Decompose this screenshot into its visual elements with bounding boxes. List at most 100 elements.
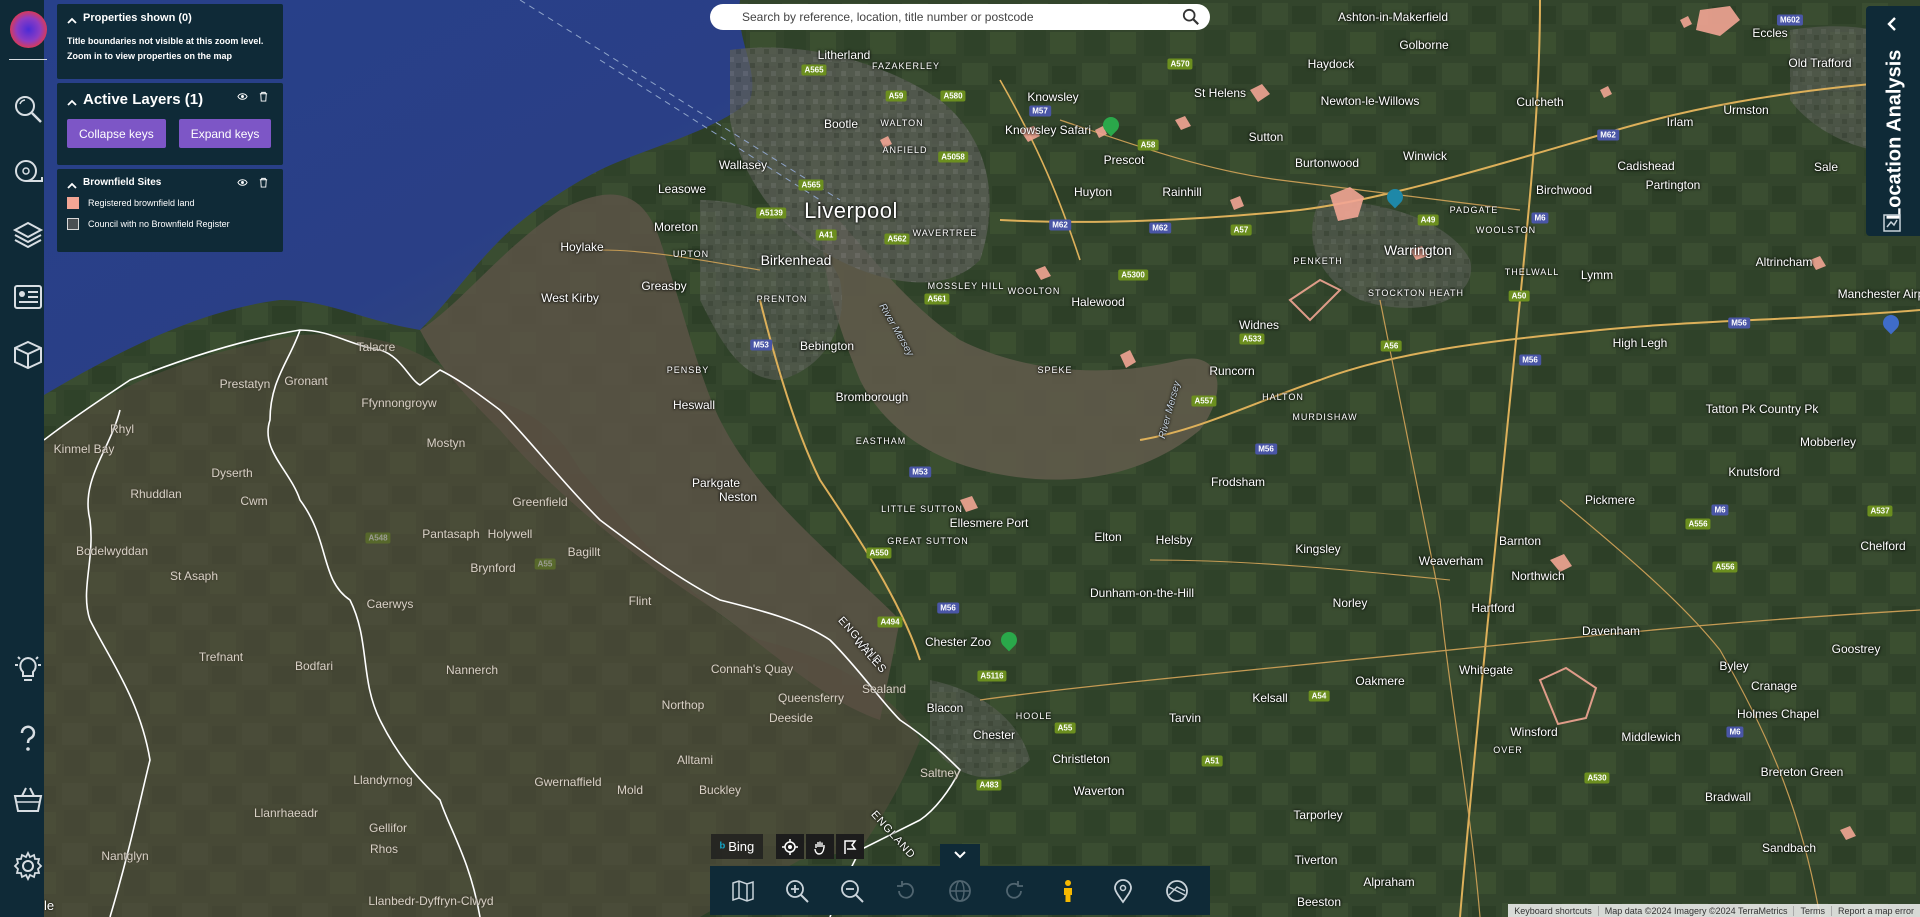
app-logo[interactable] [10,11,47,48]
road-a54: A54 [1308,690,1330,702]
map-view-button[interactable] [725,873,761,909]
magnifier-icon [15,96,42,123]
road-m602: M602 [1776,14,1804,26]
road-a5116: A5116 [977,670,1007,682]
road-a59: A59 [885,90,907,102]
collapse-caret-icon[interactable] [67,178,77,189]
toolbar-collapse-button[interactable] [940,844,980,866]
pegman-icon [1064,879,1073,902]
zoom-in-button[interactable] [779,873,815,909]
location-pin-icon [1113,878,1132,904]
active-layers-panel: Active Layers (1) Collapse keys Expand k… [57,83,283,165]
legend-item: Registered brownfield land [67,197,273,209]
chevron-down-icon [954,851,966,859]
road-m62-2: M62 [1149,222,1171,234]
drop-pin-button[interactable] [1105,873,1141,909]
rotate-left-button[interactable] [888,873,924,909]
road-a57: A57 [1230,224,1252,236]
eye-icon[interactable] [237,91,248,102]
google-watermark: le [44,898,55,913]
left-rail [0,0,47,917]
bing-logo-icon: ᵇ [719,838,726,855]
rotate-left-icon [896,880,914,899]
street-view-button[interactable] [1050,873,1086,909]
reports-tool-button[interactable] [10,279,46,315]
road-a550: A550 [866,547,892,559]
road-a562: A562 [884,233,910,245]
3d-model-tool-button[interactable] [10,337,46,373]
properties-title: Properties shown (0) [83,12,192,24]
terms-link[interactable]: Terms [1793,905,1831,916]
globe-view-button[interactable] [942,873,978,909]
layers-icon [12,221,44,249]
legend-label: Council with no Brownfield Register [88,219,230,229]
road-a548: A548 [365,532,391,544]
road-a5300: A5300 [1118,269,1148,281]
folded-map-icon [732,879,754,902]
road-a556: A556 [1685,518,1711,530]
tape-measure-icon [15,160,43,182]
road-a5139: A5139 [756,207,786,219]
box-map-icon [14,340,42,370]
search-input[interactable] [742,10,1198,24]
zoom-out-button[interactable] [834,873,870,909]
eye-icon[interactable] [237,177,248,188]
collapse-keys-button[interactable]: Collapse keys [67,119,166,148]
base-map-button[interactable] [1159,873,1195,909]
crosshair-icon [782,838,798,855]
road-a41: A41 [815,229,837,241]
location-analysis-label: Location Analysis [1883,49,1906,220]
pan-button[interactable] [806,834,834,859]
zoom-note-line1: Title boundaries not visible at this zoo… [67,36,264,46]
basket-icon [13,787,43,812]
road-a49: A49 [1417,214,1439,226]
base-map-globe-icon [1165,879,1188,902]
trash-icon[interactable] [258,91,269,102]
road-m53-2: M53 [909,466,931,478]
map-canvas[interactable]: Liverpool Warrington Birkenhead Chester … [0,0,1920,917]
measure-tool-button[interactable] [10,153,46,189]
report-map-icon[interactable] [1882,213,1902,233]
id-card-icon [14,285,42,309]
road-a570: A570 [1167,58,1193,70]
rotate-right-icon [1006,880,1024,899]
location-analysis-tab[interactable]: Location Analysis [1866,6,1920,236]
map-mini-tools [776,834,864,859]
collapse-caret-icon[interactable] [67,13,77,24]
search-tool-button[interactable] [10,91,46,127]
legend-swatch-no-register [67,218,79,230]
settings-button[interactable] [10,848,46,884]
road-a561: A561 [924,293,950,305]
layers-tool-button[interactable] [10,217,46,253]
report-error-link[interactable]: Report a map error [1830,905,1920,916]
help-button[interactable] [10,720,46,756]
insights-tool-button[interactable] [10,651,46,687]
zoom-note-line2: Zoom in to view properties on the map [67,51,233,61]
gear-icon [13,850,43,882]
road-a483: A483 [976,779,1002,791]
draw-button[interactable] [836,834,864,859]
road-a55: A55 [1054,722,1076,734]
locate-button[interactable] [776,834,804,859]
properties-panel: Properties shown (0) Title boundaries no… [57,4,283,79]
road-a565: A565 [801,64,827,76]
road-a50: A50 [1508,290,1530,302]
legend-item: Council with no Brownfield Register [67,218,273,230]
road-a56: A56 [1380,340,1402,352]
road-a5058: A5058 [938,151,968,163]
map-data-credit: Map data ©2024 Imagery ©2024 TerraMetric… [1597,905,1794,916]
expand-keys-button[interactable]: Expand keys [178,119,272,148]
map-imagery [0,0,1920,917]
rail-divider [9,59,47,60]
keyboard-shortcuts-link[interactable]: Keyboard shortcuts [1508,906,1598,916]
search-icon[interactable] [1182,8,1200,26]
road-m62: M62 [1049,219,1071,231]
road-m6-2: M6 [1711,504,1729,516]
trash-icon[interactable] [258,177,269,188]
collapse-caret-icon[interactable] [67,95,77,106]
road-a565-2: A565 [798,179,824,191]
road-m56-2: M56 [1519,354,1541,366]
basket-button[interactable] [10,782,46,818]
map-provider-button[interactable]: ᵇ Bing [711,834,763,859]
rotate-right-button[interactable] [996,873,1032,909]
